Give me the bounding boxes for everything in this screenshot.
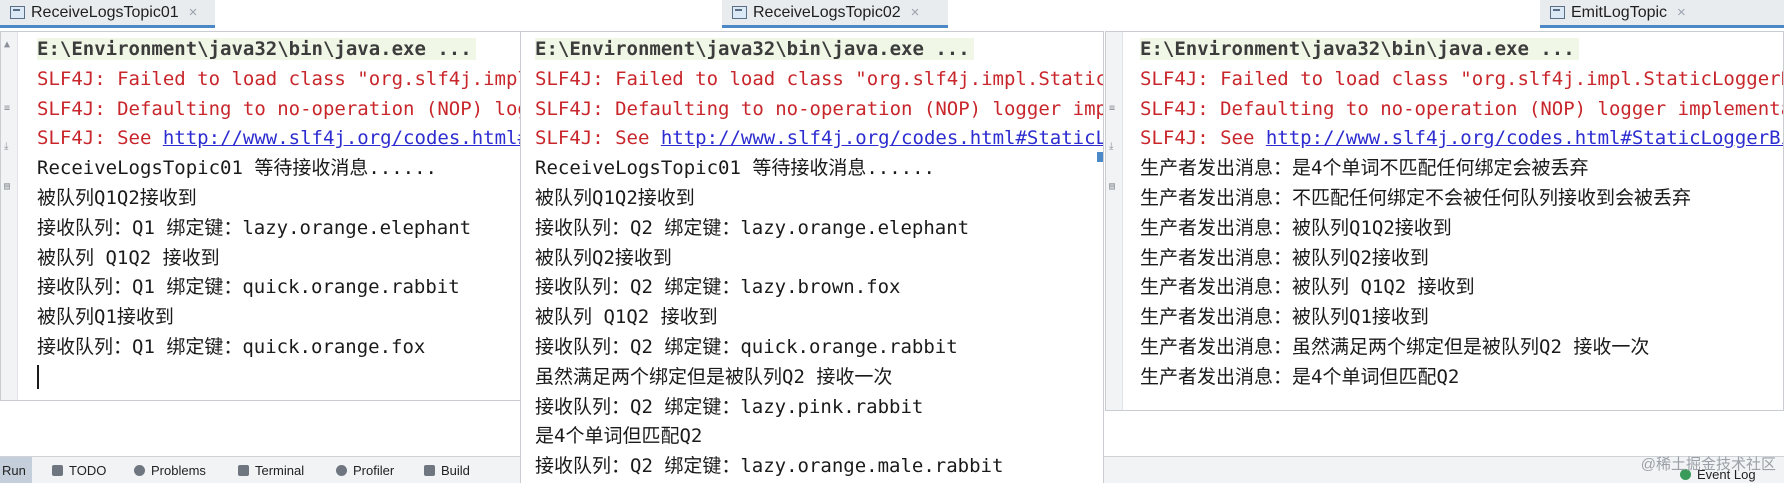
command-line: E:\Environment\java32\bin\java.exe ... (1140, 35, 1783, 65)
log-line: SLF4J: See http://www.slf4j.org/codes.ht… (1140, 124, 1783, 154)
log-line: 生产者发出消息：是4个单词但匹配Q2 (1140, 365, 1460, 388)
print-icon[interactable]: ▤ (4, 182, 14, 192)
log-line: 接收队列：Q2 绑定键：lazy.orange.male.rabbit (535, 455, 1004, 478)
console-output: E:\Environment\java32\bin\java.exe ... S… (37, 35, 524, 393)
console-panel-receivelogstopic02: E:\Environment\java32\bin\java.exe ... S… (520, 31, 1104, 483)
log-line: 是4个单词但匹配Q2 (535, 425, 703, 448)
problems-tool-button[interactable]: Problems (134, 463, 206, 478)
log-line: 接收队列：Q2 绑定键：lazy.orange.elephant (535, 216, 970, 239)
profiler-tool-button[interactable]: Profiler (336, 463, 394, 478)
watermark: @稀土掘金技术社区 (1640, 456, 1776, 473)
slf4j-link[interactable]: http://www.slf4j.org/codes.html#StaticLo… (661, 127, 1103, 149)
run-tool-label[interactable]: Run (2, 463, 26, 478)
log-line: SLF4J: Failed to load class "org.slf4j.i… (535, 67, 1104, 90)
log-line: 接收队列：Q1 绑定键：lazy.orange.elephant (37, 216, 472, 239)
log-line: SLF4J: Defaulting to no-operation (NOP) … (1140, 97, 1784, 120)
console-gutter: ≡ ⤓ ▤ (1106, 32, 1123, 410)
log-line: ReceiveLogsTopic01 等待接收消息...... (535, 157, 935, 180)
log-line: 被队列Q1Q2接收到 (37, 186, 197, 209)
log-line: 接收队列：Q2 绑定键：quick.orange.rabbit (535, 335, 958, 358)
input-line[interactable] (37, 363, 524, 393)
command-line: E:\Environment\java32\bin\java.exe ... (535, 35, 1103, 65)
log-line: 生产者发出消息：被队列Q1Q2接收到 (1140, 216, 1452, 239)
console-panel-receivelogstopic01: ▲ ≡ ⤓ ▤ E:\Environment\java32\bin\java.e… (0, 31, 525, 401)
arrow-up-icon[interactable]: ▲ (4, 40, 14, 50)
console-icon (10, 6, 25, 19)
log-line: SLF4J: Failed to load class "org.slf4j.i… (37, 67, 524, 90)
problems-icon (134, 465, 145, 476)
scroll-end-icon[interactable]: ⤓ (1109, 142, 1119, 152)
log-line: SLF4J: Defaulting to no-operation (NOP) … (535, 97, 1104, 120)
tab-receivelogstopic02[interactable]: ReceiveLogsTopic02 × (722, 0, 948, 28)
scroll-marker[interactable] (1097, 152, 1103, 162)
log-line: 被队列 Q1Q2 接收到 (37, 246, 220, 269)
list-icon (52, 465, 63, 476)
log-line: 生产者发出消息：被队列Q2接收到 (1140, 246, 1429, 269)
console-icon (732, 6, 747, 19)
print-icon[interactable]: ▤ (1109, 182, 1119, 192)
profiler-icon (336, 465, 347, 476)
scroll-end-icon[interactable]: ⤓ (4, 142, 14, 152)
console-output: E:\Environment\java32\bin\java.exe ... S… (535, 35, 1104, 482)
wrap-icon[interactable]: ≡ (4, 104, 14, 114)
log-line: 接收队列：Q1 绑定键：quick.orange.rabbit (37, 276, 460, 299)
tab-emitlogtopic[interactable]: EmitLogTopic × (1540, 0, 1784, 28)
log-line: 被队列Q2接收到 (535, 246, 672, 269)
tab-label: EmitLogTopic (1571, 3, 1668, 21)
hammer-icon (424, 465, 435, 476)
todo-tool-button[interactable]: TODO (52, 463, 106, 478)
log-line: 生产者发出消息：虽然满足两个绑定但是被队列Q2 接收一次 (1140, 335, 1650, 358)
build-tool-button[interactable]: Build (424, 463, 470, 478)
close-icon[interactable]: × (189, 4, 198, 21)
command-line: E:\Environment\java32\bin\java.exe ... (37, 35, 524, 65)
log-line: 被队列Q1接收到 (37, 306, 174, 329)
log-line: SLF4J: See http://www.slf4j.org/codes.ht… (535, 124, 1103, 154)
wrap-icon[interactable]: ≡ (1109, 104, 1119, 114)
terminal-tool-button[interactable]: Terminal (238, 463, 304, 478)
slf4j-link[interactable]: http://www.slf4j.org/codes.html#StaticLo… (1266, 127, 1783, 149)
console-output: E:\Environment\java32\bin\java.exe ... S… (1140, 35, 1784, 393)
console-panel-emitlogtopic: ≡ ⤓ ▤ E:\Environment\java32\bin\java.exe… (1105, 31, 1784, 411)
log-line: 生产者发出消息：是4个单词不匹配任何绑定会被丢弃 (1140, 157, 1589, 180)
log-line: 接收队列：Q2 绑定键：lazy.brown.fox (535, 276, 901, 299)
console-icon (1550, 6, 1565, 19)
tab-label: ReceiveLogsTopic01 (31, 3, 179, 21)
log-line: SLF4J: Failed to load class "org.slf4j.i… (1140, 67, 1783, 90)
tab-label: ReceiveLogsTopic02 (753, 3, 901, 21)
log-line: 生产者发出消息：被队列Q1接收到 (1140, 306, 1429, 329)
log-line: 被队列 Q1Q2 接收到 (535, 306, 718, 329)
close-icon[interactable]: × (1677, 4, 1686, 21)
log-line: ReceiveLogsTopic01 等待接收消息...... (37, 157, 437, 180)
close-icon[interactable]: × (911, 4, 920, 21)
log-line: SLF4J: See http://www.slf4j.org/codes.ht… (37, 124, 524, 154)
console-gutter: ▲ ≡ ⤓ ▤ (1, 32, 18, 400)
log-line: 接收队列：Q1 绑定键：quick.orange.fox (37, 335, 426, 358)
log-line: 生产者发出消息：不匹配任何绑定不会被任何队列接收到会被丢弃 (1140, 186, 1692, 209)
text-caret (37, 365, 39, 390)
slf4j-link[interactable]: http://www.slf4j.org/codes.html#StaticLo… (163, 127, 524, 149)
log-line: 被队列Q1Q2接收到 (535, 186, 695, 209)
terminal-icon (238, 465, 249, 476)
log-line: 接收队列：Q2 绑定键：lazy.pink.rabbit (535, 395, 924, 418)
tab-receivelogstopic01[interactable]: ReceiveLogsTopic01 × (0, 0, 215, 28)
log-line: 生产者发出消息：被队列 Q1Q2 接收到 (1140, 276, 1475, 299)
log-line: SLF4J: Defaulting to no-operation (NOP) … (37, 97, 524, 120)
log-line: 虽然满足两个绑定但是被队列Q2 接收一次 (535, 365, 893, 388)
